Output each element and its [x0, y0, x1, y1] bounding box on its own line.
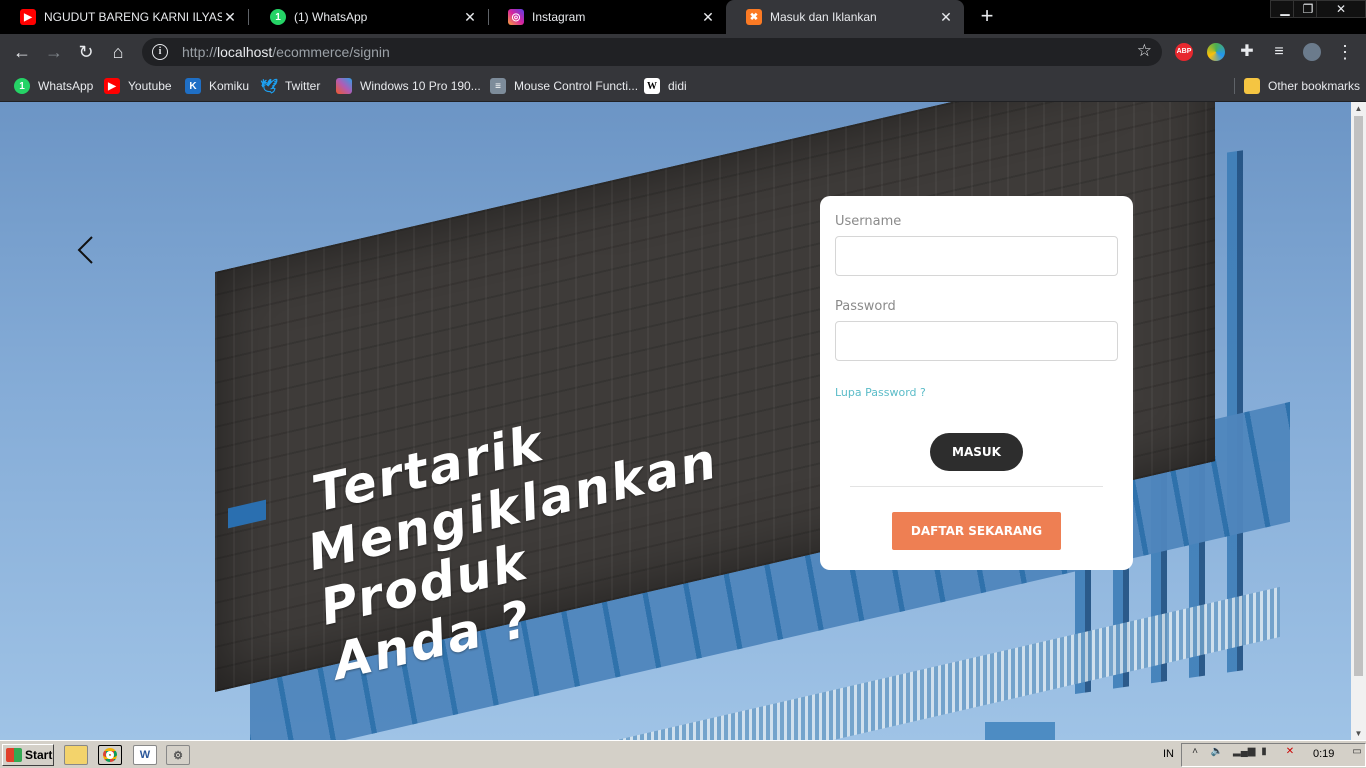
tab-separator [248, 9, 249, 25]
register-button[interactable]: DAFTAR SEKARANG [892, 512, 1061, 550]
bookmark-label: Mouse Control Functi... [514, 79, 639, 93]
signal-icon[interactable]: ▂▄▆ [1233, 746, 1255, 760]
close-window-button[interactable]: ✕ [1316, 0, 1366, 18]
bookmark-label: Other bookmarks [1268, 79, 1361, 93]
chevron-left-icon[interactable] [74, 234, 98, 266]
youtube-icon: ▶ [20, 9, 36, 25]
tab-whatsapp[interactable]: 1 (1) WhatsApp ✕ [250, 0, 488, 34]
tab-masuk-dan-iklankan[interactable]: ✖ Masuk dan Iklankan ✕ [726, 0, 964, 34]
tab-instagram[interactable]: ◎ Instagram ✕ [488, 0, 726, 34]
bookmark-label: WhatsApp [38, 79, 94, 93]
back-button[interactable]: ← [10, 40, 34, 64]
bookmarks-separator [1234, 78, 1235, 94]
close-icon[interactable]: ✕ [462, 9, 478, 26]
battery-icon[interactable]: ▮ [1257, 746, 1271, 760]
forward-button[interactable]: → [42, 40, 66, 64]
control-panel-icon[interactable]: ⚙ [166, 745, 190, 765]
forgot-password-link[interactable]: Lupa Password ? [835, 386, 926, 399]
password-label: Password [835, 299, 896, 314]
bookmark-komiku[interactable]: K Komiku [185, 76, 249, 96]
close-icon[interactable]: ✕ [222, 9, 238, 26]
word-icon[interactable]: W [133, 745, 157, 765]
home-button[interactable]: ⌂ [106, 40, 130, 64]
tab-youtube[interactable]: ▶ NGUDUT BARENG KARNI ILYAS☐ ( ✕ [0, 0, 248, 34]
windows-logo-icon [6, 748, 22, 762]
username-label: Username [835, 214, 902, 229]
extensions-puzzle-icon[interactable]: ✚ [1235, 40, 1259, 64]
tab-title: Instagram [532, 10, 586, 24]
windows-icon [336, 78, 352, 94]
bookmarks-bar: 1 WhatsApp ▶ Youtube K Komiku 🕊 Twitter … [0, 70, 1366, 102]
show-desktop-icon[interactable]: ▭ [1350, 746, 1364, 760]
bookmark-didi[interactable]: W didi [644, 76, 687, 96]
username-input[interactable] [835, 236, 1118, 276]
start-label: Start [25, 748, 53, 762]
browser-toolbar: ← → ↻ ⌂ i http://localhost/ecommerce/sig… [0, 34, 1366, 70]
page-scrollbar[interactable]: ▲ ▼ [1351, 102, 1366, 740]
address-url[interactable]: http://localhost/ecommerce/signin [182, 44, 390, 60]
address-bar[interactable]: i http://localhost/ecommerce/signin ☆ [142, 38, 1162, 66]
login-card: Username Password Lupa Password ? MASUK … [820, 196, 1133, 570]
youtube-icon: ▶ [104, 78, 120, 94]
password-input[interactable] [835, 321, 1118, 361]
profile-avatar[interactable] [1303, 43, 1321, 61]
file-explorer-icon[interactable] [64, 745, 88, 765]
signin-page: Tertarik Mengiklankan Produk Anda ? User… [0, 102, 1351, 740]
scrollbar-thumb[interactable] [1354, 116, 1363, 676]
site-info-icon[interactable]: i [152, 44, 168, 60]
bookmark-star-icon[interactable]: ☆ [1137, 41, 1152, 61]
bookmark-label: didi [668, 79, 687, 93]
bookmark-label: Windows 10 Pro 190... [360, 79, 481, 93]
system-tray [1181, 743, 1366, 767]
bookmark-youtube[interactable]: ▶ Youtube [104, 76, 172, 96]
instagram-icon: ◎ [508, 9, 524, 25]
adblock-plus-icon[interactable]: ABP [1175, 43, 1193, 61]
tab-title: (1) WhatsApp [294, 10, 368, 24]
chrome-icon[interactable] [98, 745, 122, 765]
other-bookmarks[interactable]: Other bookmarks [1244, 76, 1360, 96]
bookmark-label: Twitter [285, 79, 321, 93]
folder-icon [1244, 78, 1260, 94]
xampp-icon: ✖ [746, 9, 762, 25]
network-error-icon[interactable]: ✕ [1283, 746, 1297, 760]
browser-tab-strip: ▶ NGUDUT BARENG KARNI ILYAS☐ ( ✕ 1 (1) W… [0, 0, 1366, 34]
new-tab-button[interactable]: + [976, 5, 998, 27]
bookmark-windows-10-pro[interactable]: Windows 10 Pro 190... [336, 76, 481, 96]
bookmark-twitter[interactable]: 🕊 Twitter [260, 76, 321, 96]
scroll-down-arrow[interactable]: ▼ [1354, 729, 1363, 738]
document-icon: ≡ [490, 78, 506, 94]
volume-icon[interactable]: 🔈 [1210, 746, 1224, 760]
google-earth-icon[interactable] [1207, 43, 1225, 61]
tab-title: Masuk dan Iklankan [770, 10, 877, 24]
menu-icon[interactable]: ⋮ [1333, 40, 1357, 64]
reload-button[interactable]: ↻ [74, 40, 98, 64]
bookmark-label: Komiku [209, 79, 250, 93]
whatsapp-icon: 1 [14, 78, 30, 94]
start-button[interactable]: Start [2, 744, 54, 766]
media-control-icon[interactable]: ≡ [1267, 40, 1291, 64]
chevron-up-icon[interactable]: ˄ [1188, 746, 1202, 760]
clock[interactable]: 0:19 [1313, 748, 1334, 760]
billboard-pole [985, 722, 1055, 740]
wikipedia-icon: W [644, 78, 660, 94]
twitter-icon: 🕊 [260, 77, 278, 94]
close-icon[interactable]: ✕ [938, 9, 954, 26]
close-icon[interactable]: ✕ [700, 9, 716, 26]
bookmark-label: Youtube [128, 79, 172, 93]
language-indicator[interactable]: IN [1163, 748, 1174, 760]
scroll-up-arrow[interactable]: ▲ [1354, 104, 1363, 113]
tab-title: NGUDUT BARENG KARNI ILYAS☐ ( [44, 10, 222, 24]
bookmark-whatsapp[interactable]: 1 WhatsApp [14, 76, 93, 96]
bookmark-mouse-control[interactable]: ≡ Mouse Control Functi... [490, 76, 638, 96]
komiku-icon: K [185, 78, 201, 94]
login-button[interactable]: MASUK [930, 433, 1023, 471]
whatsapp-icon: 1 [270, 9, 286, 25]
divider [850, 486, 1103, 487]
windows-taskbar: Start W ⚙ IN ˄ 🔈 ▂▄▆ ▮ ✕ 0:19 ▭ [0, 740, 1366, 768]
